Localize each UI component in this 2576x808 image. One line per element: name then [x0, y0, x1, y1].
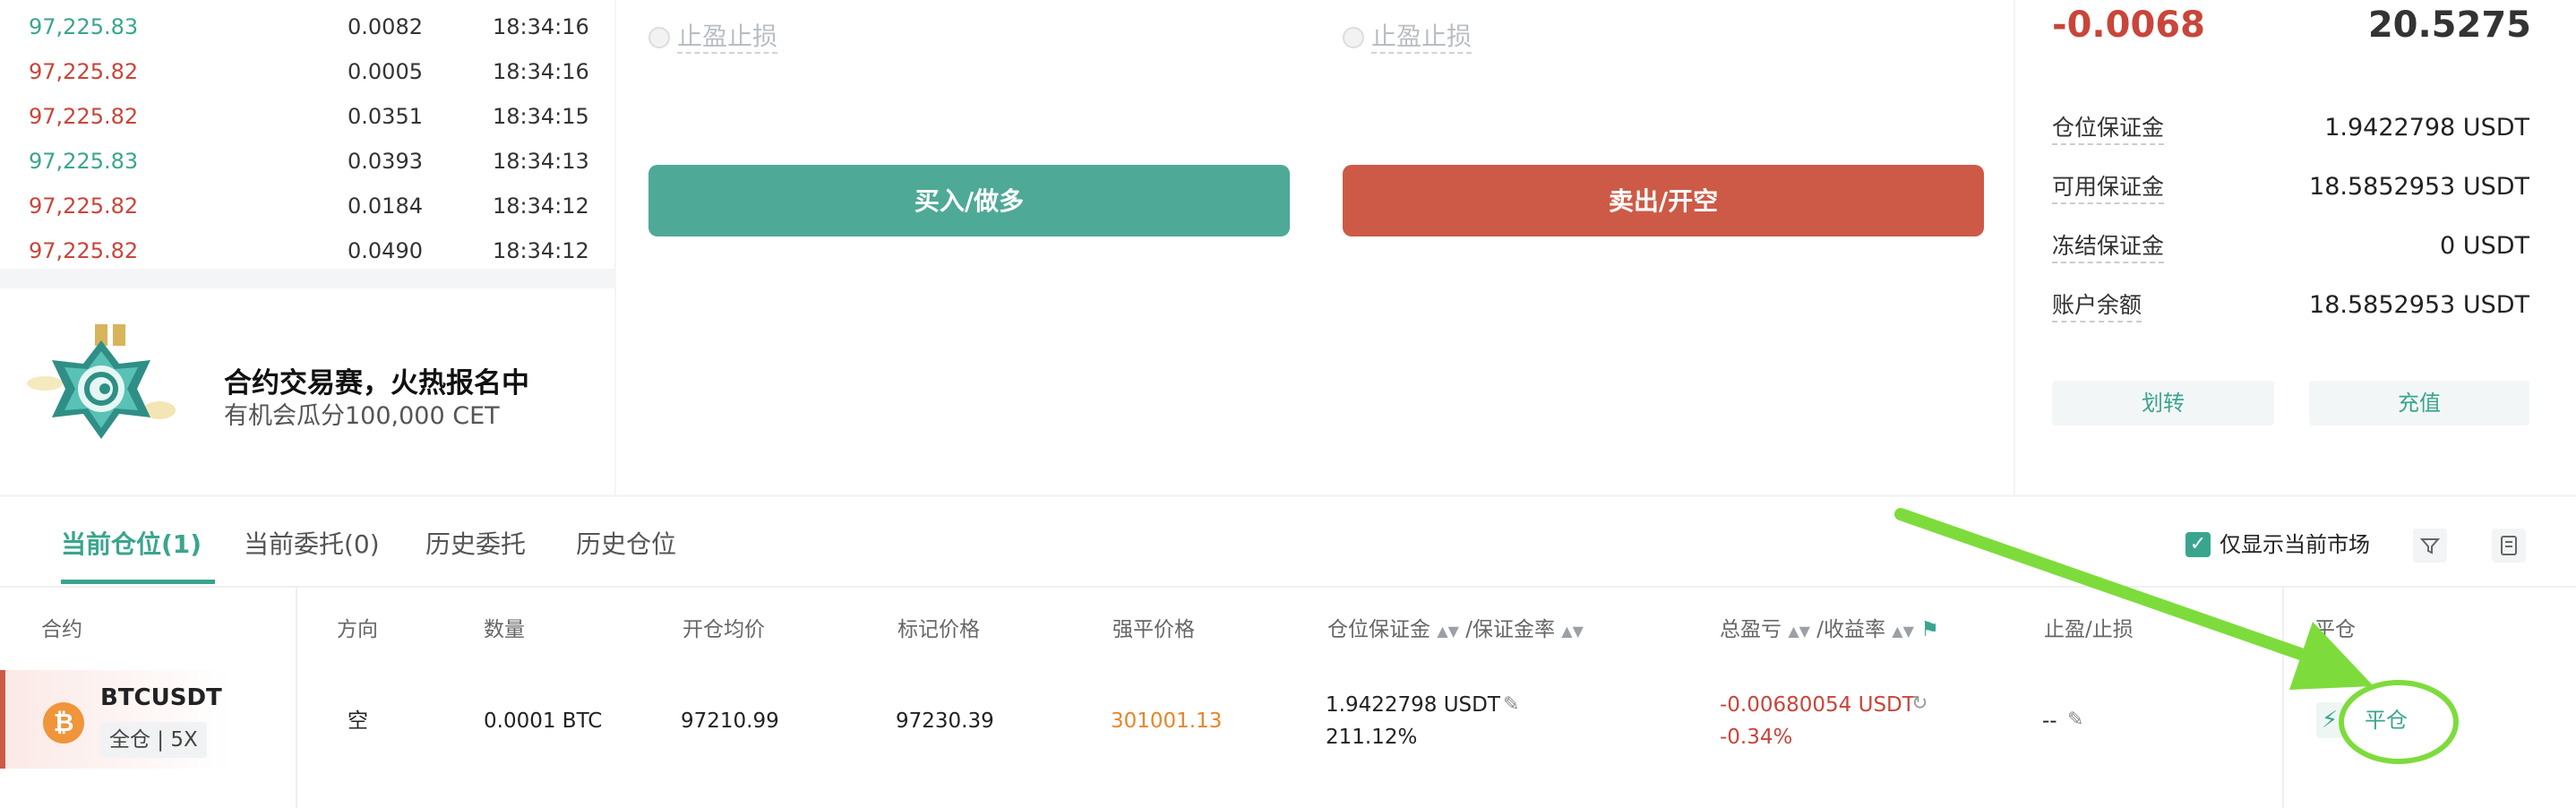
annotation-arrow-icon	[1894, 508, 2459, 764]
